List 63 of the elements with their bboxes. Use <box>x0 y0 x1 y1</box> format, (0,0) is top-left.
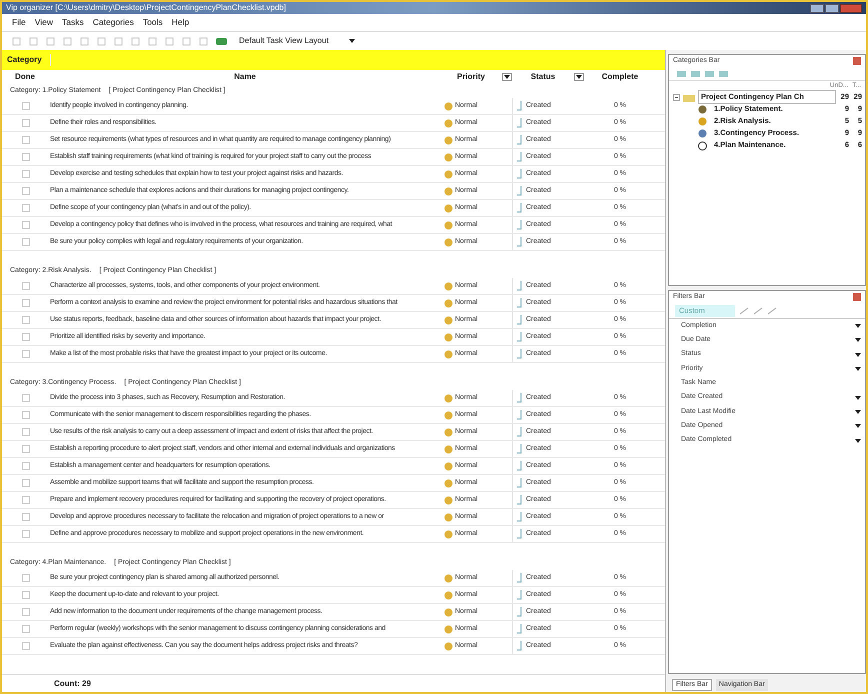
dropdown-arrow-icon <box>349 39 355 43</box>
done-checkbox[interactable] <box>22 642 30 650</box>
done-checkbox[interactable] <box>22 282 30 290</box>
dropdown-arrow-icon <box>855 438 861 443</box>
done-checkbox[interactable] <box>22 299 30 307</box>
done-checkbox[interactable] <box>22 479 30 487</box>
done-checkbox[interactable] <box>22 333 30 341</box>
dropdown-arrow-icon <box>855 338 861 342</box>
dropdown-arrow-icon <box>855 396 861 400</box>
dropdown-arrow-icon <box>855 352 861 357</box>
close-button[interactable] <box>840 4 862 12</box>
column-title[interactable]: Complete <box>584 71 656 83</box>
close-button[interactable] <box>853 293 861 301</box>
close-button[interactable] <box>853 57 861 65</box>
done-checkbox[interactable] <box>22 411 30 419</box>
dropdown-arrow-icon <box>855 424 861 428</box>
collapse-icon[interactable] <box>673 94 680 100</box>
done-checkbox[interactable] <box>22 591 30 599</box>
menu-item[interactable]: Categories <box>92 16 134 29</box>
minimize-button[interactable] <box>810 4 824 12</box>
layout-icon[interactable] <box>216 36 227 46</box>
done-checkbox[interactable] <box>22 530 30 538</box>
menu-item[interactable]: Help <box>172 16 190 29</box>
done-checkbox[interactable] <box>22 445 30 453</box>
column-title[interactable]: Status <box>512 71 574 83</box>
menu-item[interactable]: File <box>12 16 26 29</box>
done-checkbox[interactable] <box>22 119 30 127</box>
done-checkbox[interactable] <box>22 462 30 470</box>
filter-button[interactable] <box>574 73 584 81</box>
done-checkbox[interactable] <box>22 238 30 246</box>
dropdown-arrow-icon <box>504 75 510 79</box>
column-title[interactable]: Done <box>2 71 50 83</box>
done-checkbox[interactable] <box>22 608 30 616</box>
dropdown-arrow-icon <box>855 410 861 414</box>
dropdown-arrow-icon <box>855 324 861 328</box>
done-checkbox[interactable] <box>22 394 30 402</box>
done-checkbox[interactable] <box>22 204 30 212</box>
done-checkbox[interactable] <box>22 187 30 195</box>
done-checkbox[interactable] <box>22 153 30 161</box>
done-checkbox[interactable] <box>22 574 30 582</box>
done-checkbox[interactable] <box>22 170 30 178</box>
menu-item[interactable]: View <box>34 16 53 29</box>
done-checkbox[interactable] <box>22 428 30 436</box>
menu-item[interactable]: Tasks <box>62 16 84 29</box>
done-checkbox[interactable] <box>22 221 30 229</box>
dropdown-arrow-icon <box>855 367 861 372</box>
layout-dropdown[interactable]: Default Task View Layout <box>235 35 355 47</box>
menu-item[interactable]: Tools <box>142 16 163 29</box>
done-checkbox[interactable] <box>22 350 30 358</box>
done-checkbox[interactable] <box>22 496 30 504</box>
column-title[interactable]: Priority <box>440 71 502 83</box>
done-checkbox[interactable] <box>22 102 30 110</box>
filter-button[interactable] <box>502 73 512 81</box>
count-label: Count: 29 <box>54 678 91 690</box>
dropdown-arrow-icon <box>576 75 582 79</box>
group-by-chip[interactable]: Category <box>7 54 51 66</box>
maximize-button[interactable] <box>825 4 839 12</box>
done-checkbox[interactable] <box>22 136 30 144</box>
done-checkbox[interactable] <box>22 513 30 521</box>
window-title: Vip organizer [C:\Users\dmitry\Desktop\ProjectContingencyPlanChecklist.vpdb] <box>6 2 286 14</box>
done-checkbox[interactable] <box>22 625 30 633</box>
done-checkbox[interactable] <box>22 316 30 324</box>
column-title[interactable]: Name <box>50 71 440 83</box>
